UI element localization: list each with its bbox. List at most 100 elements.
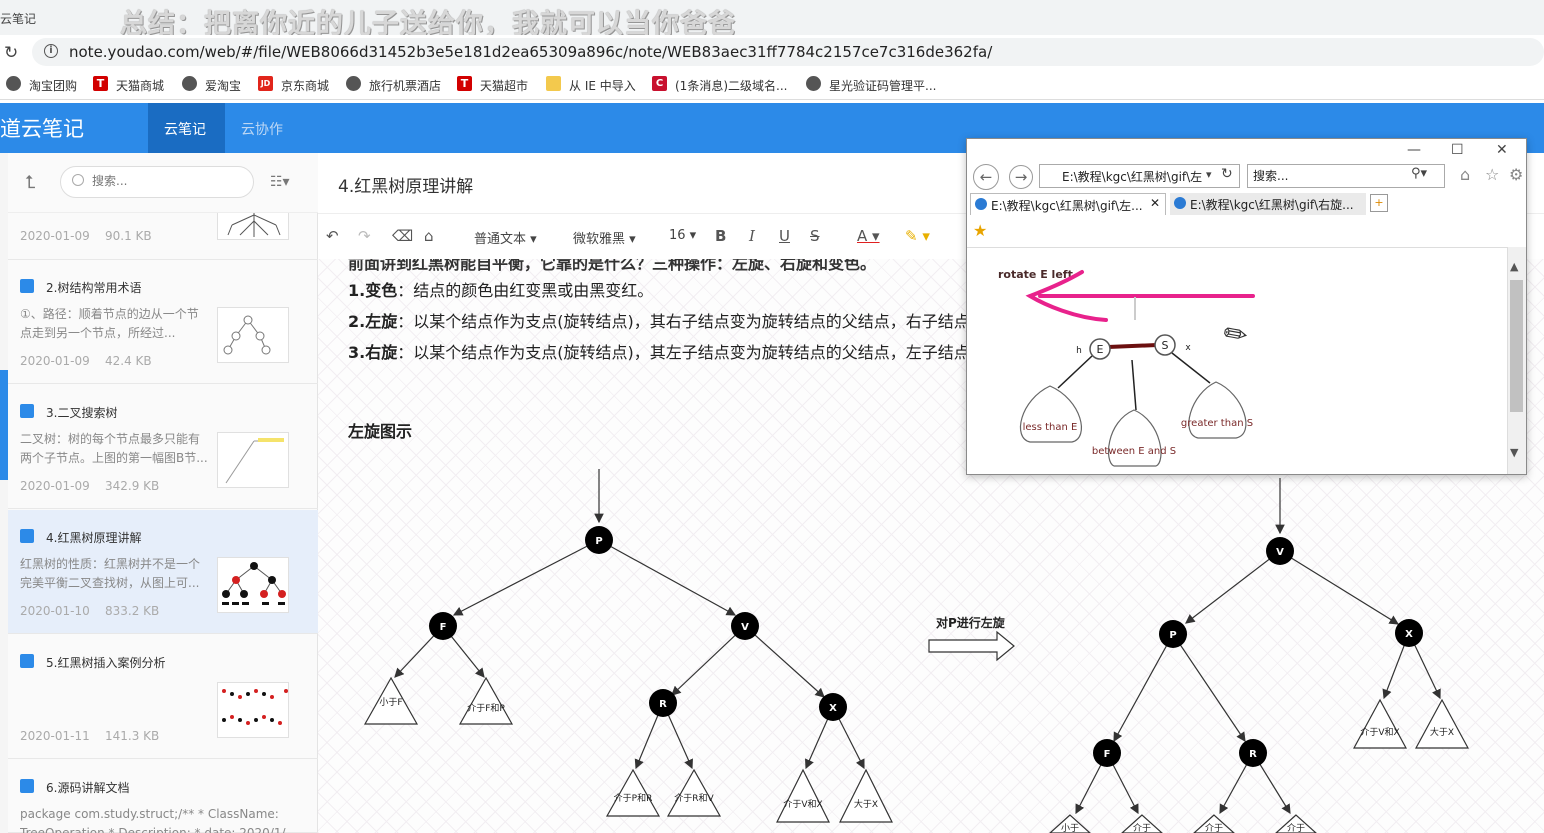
dropdown-icon[interactable]: ▾	[1206, 168, 1212, 181]
node-label: V	[1276, 547, 1284, 558]
globe-icon	[182, 76, 197, 91]
note-meta: 2020-01-09 42.4 KB	[20, 354, 152, 368]
nav-tab-collab[interactable]: 云协作	[241, 119, 283, 139]
favorites-icon[interactable]: ★	[973, 221, 987, 240]
font-family-value: 微软雅黑	[573, 232, 626, 247]
back-arrow-icon[interactable]: ←	[973, 164, 999, 190]
scroll-down-icon[interactable]: ▼	[1510, 446, 1518, 459]
scroll-up-icon[interactable]: ▲	[1510, 260, 1518, 273]
note-doc-icon	[20, 779, 34, 793]
redo-icon[interactable]: ↷	[358, 227, 371, 245]
note-title[interactable]: 6.源码讲解文档	[46, 779, 129, 796]
paragraph-left-rotate: 2.左旋：以某个结点作为支点(旋转结点)，其右子结点变为旋转结点的父结点，右子结…	[348, 308, 968, 332]
tab-close-icon[interactable]: ✕	[1150, 196, 1160, 210]
note-doc-icon	[20, 654, 34, 668]
node-label: R	[1249, 749, 1257, 760]
search-input[interactable]	[92, 174, 242, 188]
note-title[interactable]: 3.二叉搜索树	[46, 404, 117, 421]
gif-node-s: S	[1162, 339, 1169, 352]
leaf-label: 小于F	[379, 697, 402, 708]
bold-icon[interactable]: B	[715, 227, 726, 245]
node-label: X	[1405, 629, 1413, 640]
node-label: F	[440, 622, 447, 633]
maximize-icon[interactable]: ☐	[1451, 142, 1464, 158]
note-title[interactable]: 5.红黑树插入案例分析	[46, 654, 165, 671]
section-heading: 左旋图示	[348, 422, 413, 441]
bookmark-captcha[interactable]: 星光验证码管理平...	[829, 77, 936, 94]
node-label: X	[829, 703, 837, 714]
forward-arrow-icon[interactable]: →	[1009, 165, 1033, 189]
text-color-icon[interactable]: A ▾	[857, 227, 880, 245]
scrollbar-thumb[interactable]	[1510, 280, 1523, 412]
app-logo-title[interactable]: 道云笔记	[0, 113, 84, 143]
font-size-value: 16	[669, 228, 686, 243]
leaf-label: 介于	[1205, 823, 1223, 833]
bookmark-tmall[interactable]: 天猫商城	[116, 77, 164, 94]
search-icon	[72, 174, 84, 186]
close-icon[interactable]: ✕	[1496, 142, 1508, 158]
nav-tab-notes[interactable]: 云笔记	[164, 119, 206, 139]
minimize-icon[interactable]: —	[1407, 142, 1421, 158]
bookmark-ai-taobao[interactable]: 爱淘宝	[205, 77, 241, 94]
leaf-label: 介于	[1133, 823, 1151, 833]
ie-tab-label: E:\教程\kgc\红黑树\gif\左...	[991, 199, 1143, 213]
leaf-label: 大于X	[1430, 726, 1454, 738]
browser-tab-title[interactable]: 云笔记	[0, 10, 36, 27]
strikethrough-icon[interactable]: S	[810, 227, 820, 245]
eraser-icon[interactable]: ⌫	[392, 227, 413, 245]
bookmark-import-ie[interactable]: 从 IE 中导入	[569, 77, 636, 94]
underline-icon[interactable]: U	[779, 227, 790, 245]
highlight-icon[interactable]: ✎ ▾	[905, 227, 930, 245]
format-painter-icon[interactable]: ⌂	[424, 227, 434, 245]
note-date: 2020-01-09	[20, 229, 90, 243]
gear-icon[interactable]: ⚙	[1509, 165, 1523, 184]
note-meta: 2020-01-10 833.2 KB	[20, 604, 159, 618]
ie-page-icon	[1174, 197, 1186, 209]
bookmark-travel[interactable]: 旅行机票酒店	[369, 77, 441, 94]
leaf-label: 介于V和X	[1360, 727, 1399, 738]
globe-icon	[346, 76, 361, 91]
bookmark-csdn[interactable]: (1条消息)二级域名...	[675, 77, 787, 94]
home-icon[interactable]: ⌂	[1460, 165, 1470, 184]
node-label: P	[595, 536, 602, 547]
new-tab-icon[interactable]: +	[1370, 194, 1388, 212]
left-strip-marker	[0, 370, 8, 480]
note-title-heading[interactable]: 4.红黑树原理讲解	[338, 172, 473, 197]
note-size: 141.3 KB	[105, 729, 160, 743]
reload-icon[interactable]: ↻	[4, 43, 18, 63]
bookmark-taobao-tuangou[interactable]: 淘宝团购	[29, 77, 77, 94]
note-date: 2020-01-11	[20, 729, 90, 743]
paragraph-label: 3.右旋	[348, 343, 398, 362]
ie-tab-right[interactable]: E:\教程\kgc\红黑树\gif\右旋...	[1170, 193, 1366, 215]
left-strip	[0, 153, 8, 833]
note-snippet: 红黑树的性质：红黑树并不是一个完美平衡二叉查找树，从图上可...	[20, 557, 201, 590]
note-size: 42.4 KB	[105, 354, 152, 368]
back-up-icon[interactable]: ⮤	[25, 172, 36, 193]
italic-icon[interactable]: I	[749, 227, 755, 245]
font-size-select[interactable]: 16 ▾	[669, 228, 696, 243]
rotation-gif-image: E S h x less than E between E and S grea…	[1020, 270, 1255, 467]
ie-tab-left[interactable]: E:\教程\kgc\红黑树\gif\左... ✕	[970, 193, 1166, 215]
list-view-icon[interactable]: ☷▾	[270, 174, 290, 190]
star-icon[interactable]: ☆	[1485, 165, 1499, 184]
url-text[interactable]: note.youdao.com/web/#/file/WEB8066d31452…	[69, 43, 992, 61]
note-doc-icon	[20, 279, 34, 293]
ie-tab-label: E:\教程\kgc\红黑树\gif\右旋...	[1190, 198, 1354, 212]
note-title[interactable]: 4.红黑树原理讲解	[46, 529, 141, 546]
node-label: F	[1104, 749, 1111, 760]
paragraph-style-select[interactable]: 普通文本 ▾	[474, 228, 537, 247]
note-date: 2020-01-09	[20, 479, 90, 493]
ie-search-input[interactable]	[1253, 168, 1403, 182]
ie-address-text[interactable]: E:\教程\kgc\红黑树\gif\左	[1062, 168, 1202, 185]
note-title[interactable]: 2.树结构常用术语	[46, 279, 141, 296]
bookmark-jd[interactable]: 京东商城	[281, 77, 329, 94]
undo-icon[interactable]: ↶	[326, 227, 339, 245]
font-family-select[interactable]: 微软雅黑 ▾	[573, 228, 636, 247]
refresh-icon[interactable]: ↻	[1221, 166, 1233, 182]
paragraph-style-value: 普通文本	[474, 232, 527, 247]
search-icon[interactable]: ⚲▾	[1411, 166, 1427, 181]
leaf-label: 介于R和V	[674, 793, 714, 804]
note-thumbnail	[217, 682, 289, 738]
bookmark-tmall-supermarket[interactable]: 天猫超市	[480, 77, 528, 94]
site-info-icon[interactable]: i	[44, 44, 58, 58]
